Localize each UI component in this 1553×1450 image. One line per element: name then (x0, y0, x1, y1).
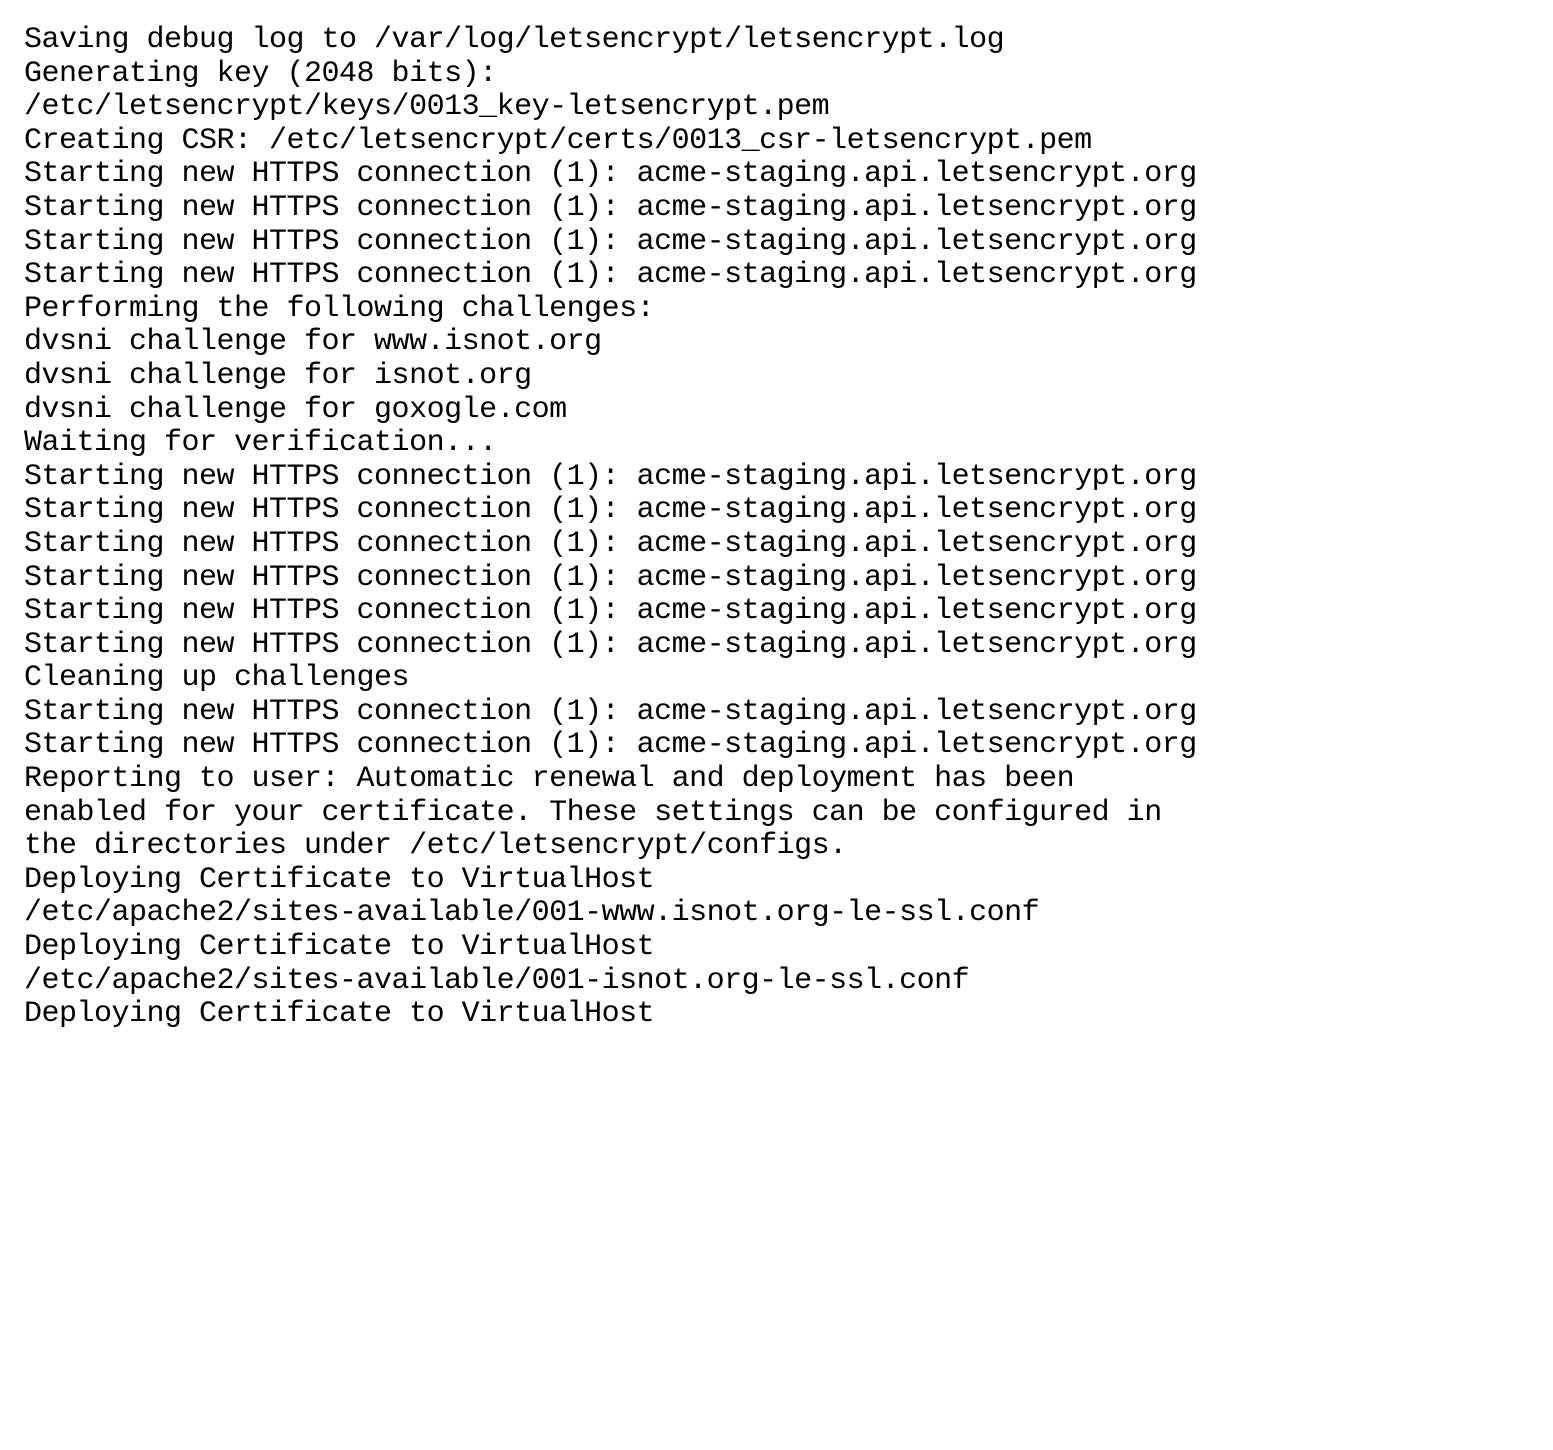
terminal-line: Starting new HTTPS connection (1): acme-… (24, 595, 1553, 629)
terminal-line: /etc/apache2/sites-available/001-isnot.o… (24, 965, 1553, 999)
terminal-line: Reporting to user: Automatic renewal and… (24, 763, 1553, 797)
terminal-line: Starting new HTTPS connection (1): acme-… (24, 528, 1553, 562)
terminal-line: Starting new HTTPS connection (1): acme-… (24, 729, 1553, 763)
terminal-line: dvsni challenge for goxogle.com (24, 394, 1553, 428)
terminal-line: Starting new HTTPS connection (1): acme-… (24, 259, 1553, 293)
terminal-line: /etc/letsencrypt/keys/0013_key-letsencry… (24, 91, 1553, 125)
terminal-line: Creating CSR: /etc/letsencrypt/certs/001… (24, 125, 1553, 159)
terminal-line: Saving debug log to /var/log/letsencrypt… (24, 24, 1553, 58)
terminal-line: enabled for your certificate. These sett… (24, 797, 1553, 831)
terminal-line: Waiting for verification... (24, 427, 1553, 461)
terminal-line: Starting new HTTPS connection (1): acme-… (24, 461, 1553, 495)
terminal-line: Cleaning up challenges (24, 662, 1553, 696)
terminal-line: Deploying Certificate to VirtualHost (24, 931, 1553, 965)
terminal-output: Saving debug log to /var/log/letsencrypt… (24, 24, 1553, 1032)
terminal-line: the directories under /etc/letsencrypt/c… (24, 830, 1553, 864)
terminal-line: Starting new HTTPS connection (1): acme-… (24, 158, 1553, 192)
terminal-line: dvsni challenge for isnot.org (24, 360, 1553, 394)
terminal-line: Performing the following challenges: (24, 293, 1553, 327)
terminal-line: Starting new HTTPS connection (1): acme-… (24, 696, 1553, 730)
terminal-line: Starting new HTTPS connection (1): acme-… (24, 629, 1553, 663)
terminal-line: dvsni challenge for www.isnot.org (24, 326, 1553, 360)
terminal-line: Starting new HTTPS connection (1): acme-… (24, 562, 1553, 596)
terminal-line: /etc/apache2/sites-available/001-www.isn… (24, 897, 1553, 931)
terminal-line: Starting new HTTPS connection (1): acme-… (24, 494, 1553, 528)
terminal-line: Starting new HTTPS connection (1): acme-… (24, 192, 1553, 226)
terminal-line: Deploying Certificate to VirtualHost (24, 864, 1553, 898)
terminal-line: Generating key (2048 bits): (24, 58, 1553, 92)
terminal-line: Starting new HTTPS connection (1): acme-… (24, 226, 1553, 260)
terminal-line: Deploying Certificate to VirtualHost (24, 998, 1553, 1032)
